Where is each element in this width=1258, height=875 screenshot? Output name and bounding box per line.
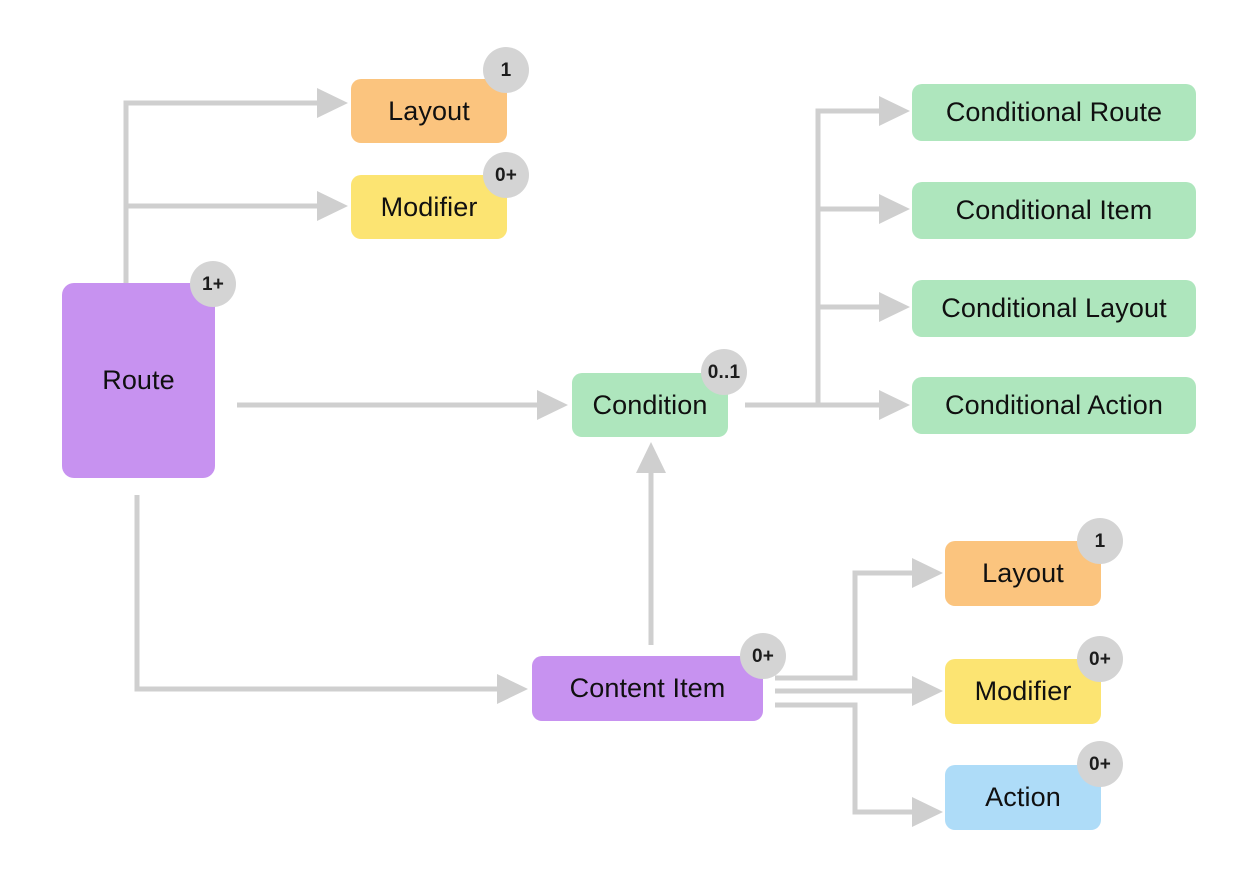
diagram-canvas: Route 1+ Layout 1 Modifier 0+ Condition 0..1 Con…	[0, 0, 1258, 875]
node-label: Action	[985, 782, 1061, 812]
node-layout_item[interactable]: Layout	[945, 541, 1101, 606]
node-route[interactable]: Route	[62, 283, 215, 478]
node-label: Content Item	[569, 673, 726, 703]
edge-condition-to-conditional-route	[815, 96, 910, 405]
cardinality-badge-layout_route: 1	[483, 47, 529, 93]
edge-content-item-to-action	[775, 702, 943, 827]
cardinality-badge-action_item: 0+	[1077, 741, 1123, 787]
node-label: Conditional Route	[945, 97, 1163, 127]
edge-group	[123, 88, 943, 827]
edge-route-to-layout	[123, 88, 348, 285]
cardinality-badge-modifier_item: 0+	[1077, 636, 1123, 682]
node-label: Layout	[388, 95, 470, 126]
node-label: Conditional Layout	[941, 293, 1167, 323]
node-modifier_item[interactable]: Modifier	[945, 659, 1101, 724]
node-label: Modifier	[974, 676, 1072, 706]
cardinality-badge-layout_item: 1	[1077, 518, 1123, 564]
node-modifier_route[interactable]: Modifier	[351, 175, 507, 239]
cardinality-badge-route: 1+	[190, 261, 236, 307]
node-content_item[interactable]: Content Item	[532, 656, 763, 721]
node-conditional_item[interactable]: Conditional Item	[912, 182, 1196, 239]
node-action_item[interactable]: Action	[945, 765, 1101, 830]
cardinality-badge-content_item: 0+	[740, 633, 786, 679]
node-label: Layout	[982, 558, 1064, 588]
node-label: Modifier	[380, 191, 478, 222]
node-label: Conditional Item	[955, 195, 1153, 225]
node-label: Condition	[592, 389, 708, 420]
node-label: Conditional Action	[945, 390, 1163, 420]
node-conditional_layout[interactable]: Conditional Layout	[912, 280, 1196, 337]
node-conditional_route[interactable]: Conditional Route	[912, 84, 1196, 141]
node-label: Route	[102, 365, 175, 395]
node-layout_route[interactable]: Layout	[351, 79, 507, 143]
edge-route-to-content-item	[134, 495, 528, 704]
edge-content-item-to-layout	[775, 558, 943, 681]
cardinality-badge-modifier_route: 0+	[483, 152, 529, 198]
cardinality-badge-condition: 0..1	[701, 349, 747, 395]
node-conditional_action[interactable]: Conditional Action	[912, 377, 1196, 434]
